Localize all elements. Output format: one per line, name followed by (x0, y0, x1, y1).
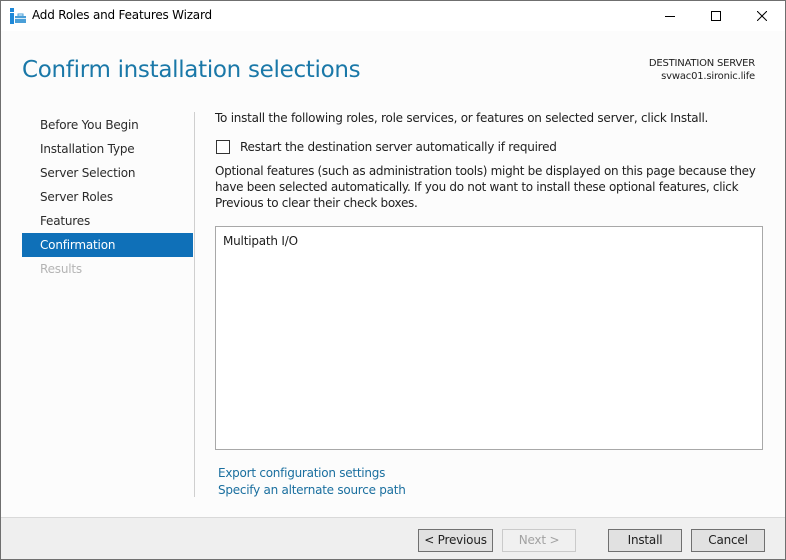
cancel-button[interactable]: Cancel (691, 529, 765, 552)
optional-features-text: Optional features (such as administratio… (215, 164, 756, 210)
close-icon (757, 11, 767, 21)
nav-item-server-roles[interactable]: Server Roles (22, 185, 193, 209)
destination-server-label: DESTINATION SERVER (648, 58, 755, 69)
title-bar[interactable]: Add Roles and Features Wizard (1, 1, 785, 31)
wizard-window: Add Roles and Features Wizard Confirm in… (0, 0, 786, 560)
export-configuration-link[interactable]: Export configuration settings (218, 466, 385, 480)
restart-option[interactable]: Restart the destination server automatic… (215, 140, 557, 154)
selected-features-list[interactable]: Multipath I/O (215, 226, 763, 450)
nav-item-server-selection[interactable]: Server Selection (22, 161, 193, 185)
nav-item-confirmation[interactable]: Confirmation (22, 233, 193, 257)
nav-item-before-you-begin[interactable]: Before You Begin (22, 113, 193, 137)
list-item: Multipath I/O (223, 234, 298, 248)
window-title: Add Roles and Features Wizard (32, 8, 212, 22)
next-button: Next > (502, 529, 576, 552)
server-manager-icon (10, 8, 26, 24)
nav-item-features[interactable]: Features (22, 209, 193, 233)
maximize-icon (711, 11, 721, 21)
intro-text: To install the following roles, role ser… (215, 111, 709, 125)
nav-divider (194, 112, 195, 497)
maximize-button[interactable] (693, 1, 739, 31)
previous-button[interactable]: < Previous (418, 529, 493, 552)
restart-checkbox[interactable] (216, 140, 230, 154)
content-panel: To install the following roles, role ser… (215, 111, 763, 210)
nav-item-results: Results (40, 262, 82, 276)
restart-checkbox-label[interactable]: Restart the destination server automatic… (240, 140, 557, 154)
destination-server-name: svwac01.sironic.life (661, 71, 755, 82)
alternate-source-path-link[interactable]: Specify an alternate source path (218, 483, 406, 497)
nav-item-installation-type[interactable]: Installation Type (22, 137, 193, 161)
minimize-icon (665, 16, 675, 17)
wizard-nav: Before You Begin Installation Type Serve… (22, 113, 193, 281)
page-title: Confirm installation selections (22, 57, 361, 83)
close-button[interactable] (739, 1, 785, 31)
install-button[interactable]: Install (608, 529, 682, 552)
button-bar: < Previous Next > Install Cancel (1, 517, 785, 559)
minimize-button[interactable] (647, 1, 693, 31)
